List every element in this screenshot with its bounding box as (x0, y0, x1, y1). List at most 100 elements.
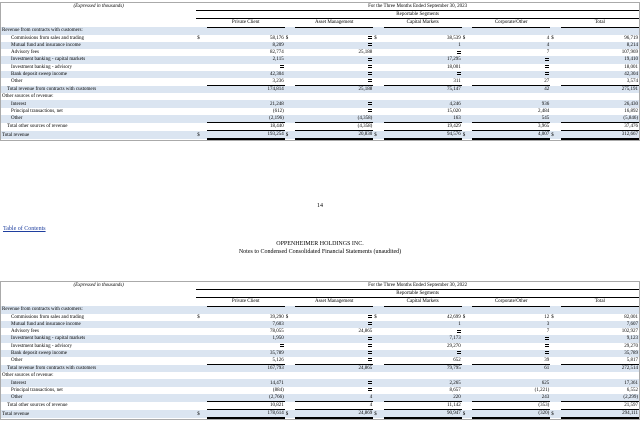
dollar-sign (373, 372, 383, 379)
cell-value: 79,795 (383, 364, 462, 373)
nil-mark (368, 79, 373, 83)
spacer (373, 298, 383, 306)
row-label: Mutual fund and insurance income (1, 41, 197, 50)
cell-value: 9,123 (560, 335, 639, 343)
table-row: Revenue from contracts with customers: (1, 27, 639, 35)
cell-value: (2,766) (206, 393, 285, 402)
cell-value: 936 (472, 100, 551, 108)
cell-value (295, 108, 373, 115)
dollar-sign (196, 364, 207, 373)
table-row: Total revenue $178,614 $24,869 $90,947 $ (320… (1, 409, 639, 420)
dollar-sign (461, 56, 473, 64)
units-label: (Expressed in thousands) (73, 4, 124, 10)
dollar-sign (550, 49, 560, 56)
spacer (1, 19, 196, 27)
table-row: Total revenue from contracts with custom… (1, 364, 639, 373)
cell-value: 37,476 (560, 122, 639, 132)
table-row: Other sources of revenue: (1, 372, 639, 379)
cell-value (295, 306, 374, 314)
dollar-sign (373, 93, 383, 100)
cell-value: 96,719 (624, 35, 638, 41)
cell-value: 102,927 (621, 329, 638, 335)
cell-value: 42 (472, 85, 551, 94)
dollar-sign (462, 78, 472, 86)
dollar-sign (196, 320, 207, 329)
cell-value: 42,699 (447, 314, 461, 320)
cell-value: 4 (546, 35, 550, 41)
cell-value: 58,176 (270, 35, 284, 41)
dollar-sign (550, 349, 561, 357)
cell-value (472, 64, 550, 71)
row-label: Total revenue (1, 130, 197, 140)
cell-value: 90,947 (383, 409, 462, 420)
spacer (1, 290, 196, 298)
table-row: Advisory fees 82,774 25,188 7 107,969 (1, 49, 639, 56)
dollar-sign (284, 320, 296, 329)
cell-value: (2,196) (206, 114, 285, 123)
nil-mark (368, 315, 373, 319)
row-label: Interest (1, 379, 197, 387)
column-header: Private Client (206, 18, 285, 28)
cell-value: (1,221) (534, 387, 550, 393)
dollar-sign (462, 328, 472, 335)
nil-mark (545, 64, 550, 68)
dollar-sign (196, 49, 206, 56)
dollar-sign (284, 114, 296, 123)
cell-value: (5,846) (560, 114, 639, 123)
cell-value: 26,430 (560, 100, 639, 108)
spacer (196, 19, 206, 27)
cell-value: 2,265 (383, 379, 462, 387)
table-row: Mutual fund and insurance income 7,603 1 3 7… (1, 320, 639, 329)
row-label: Commissions from sales and trading (11, 35, 85, 41)
cell-value (295, 77, 374, 87)
cell-value (295, 372, 373, 379)
cell-value (384, 372, 462, 379)
column-header: Capital Markets (383, 297, 462, 307)
spacer (550, 19, 560, 27)
dollar-sign (285, 78, 295, 86)
nil-mark (368, 322, 373, 326)
dollar-sign (373, 364, 384, 373)
dollar-sign: $ (462, 35, 466, 41)
cell-value: 107,969 (621, 50, 638, 56)
dollar-sign (462, 49, 472, 56)
table-row: Commissions from sales and trading $58,17… (1, 35, 639, 42)
nil-mark (545, 351, 550, 355)
dollar-sign (373, 49, 383, 56)
nil-mark (368, 343, 373, 347)
dollar-sign (461, 379, 473, 387)
spacer (196, 298, 206, 306)
dollar-sign (461, 85, 473, 94)
table-of-contents-link[interactable]: Table of Contents (3, 226, 46, 232)
cell-value: 2,115 (206, 56, 285, 64)
dollar-sign (373, 70, 384, 78)
dollar-sign (373, 320, 384, 329)
dollar-sign (550, 108, 560, 115)
cell-value (472, 27, 551, 35)
cell-value (295, 64, 373, 71)
cell-value: 4 (295, 393, 374, 402)
row-label: Bank deposit sweep income (1, 70, 197, 78)
dollar-sign (196, 357, 206, 365)
dollar-sign: $ (551, 314, 554, 320)
row-label: Bank deposit sweep income (1, 349, 197, 357)
dollar-sign (284, 393, 296, 402)
cell-value: 8,209 (206, 41, 285, 50)
cell-value: (320) (472, 409, 551, 420)
dollar-sign (550, 85, 561, 94)
cell-value: 14,471 (206, 379, 285, 387)
dollar-sign (196, 41, 207, 50)
dollar-sign (196, 328, 206, 335)
dollar-sign (461, 41, 473, 50)
cell-value: 311 (383, 77, 462, 87)
cell-value: 4 (472, 41, 551, 50)
cell-value: (353) (472, 401, 551, 411)
segments-header: Reportable Segments (196, 289, 639, 299)
cell-value: 163 (383, 114, 462, 123)
dollar-sign (550, 328, 560, 335)
cell-value: 42,304 (206, 70, 285, 78)
dollar-sign (373, 85, 384, 94)
dollar-sign (373, 78, 383, 86)
dollar-sign (373, 123, 383, 131)
cell-value: (4,358) (295, 114, 374, 123)
